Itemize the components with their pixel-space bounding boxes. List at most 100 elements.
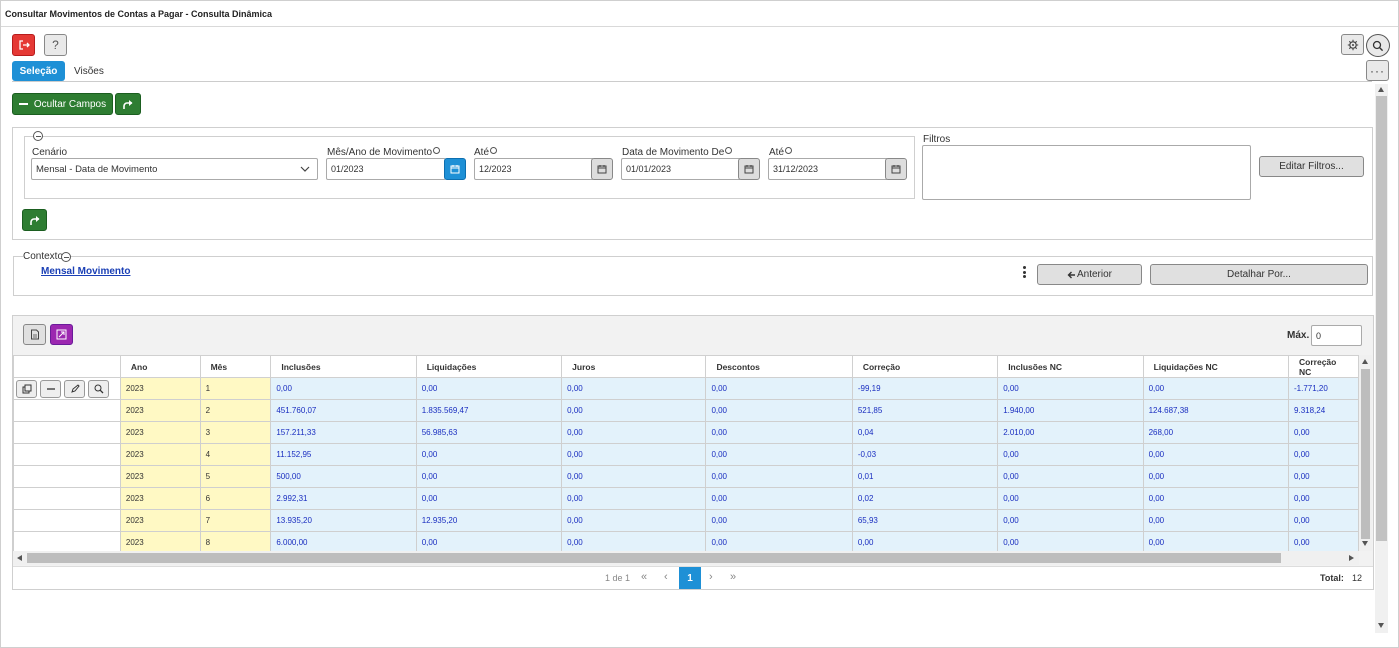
table-cell[interactable]: 0,00 [1142,443,1290,466]
table-cell[interactable]: 157.211,33 [270,421,417,444]
calendar-button-mes-ate[interactable] [591,158,613,180]
table-cell[interactable]: 0,00 [705,509,853,532]
grid-vertical-scrollbar[interactable] [1359,355,1372,551]
more-options-button[interactable]: ··· [1366,60,1389,81]
table-cell[interactable]: 13.935,20 [270,509,417,532]
calendar-button-data-de[interactable] [738,158,760,180]
column-header[interactable]: Inclusões NC [997,355,1144,378]
execute-button[interactable] [115,93,141,115]
column-header[interactable]: Inclusões [270,355,417,378]
table-cell[interactable]: 0,00 [415,465,563,488]
table-cell[interactable]: 500,00 [270,465,417,488]
table-cell[interactable]: 0,00 [705,531,853,551]
detail-by-button[interactable]: Detalhar Por... [1150,264,1368,285]
table-cell[interactable]: 0,00 [705,487,853,510]
table-cell[interactable]: 0,00 [270,377,417,400]
first-page-button[interactable]: « [641,571,647,583]
table-cell[interactable]: 0,00 [1142,465,1290,488]
table-cell[interactable]: 124.687,38 [1142,399,1290,422]
filtros-box[interactable] [922,145,1251,200]
table-row[interactable]: 2023 1 0,00 0,00 0,00 0,00 -99,19 0,00 0,00 -1.77… [13,377,1359,400]
page-vertical-scrollbar[interactable] [1375,84,1388,633]
table-cell[interactable]: 0,00 [1288,509,1359,532]
table-cell[interactable]: 0,00 [1288,465,1359,488]
hide-fields-button[interactable]: Ocultar Campos [12,93,113,115]
current-page-button[interactable]: 1 [679,567,701,589]
table-cell[interactable]: 65,93 [851,509,999,532]
table-cell[interactable]: 2023 [119,443,201,466]
settings-button[interactable] [1341,34,1364,55]
grid-horizontal-thumb[interactable] [27,553,1281,563]
column-header[interactable]: Correção [851,355,999,378]
column-header[interactable]: Ano [119,355,201,378]
table-cell[interactable]: 2.010,00 [997,421,1144,444]
table-row[interactable]: 2023 5 500,00 0,00 0,00 0,00 0,01 0,00 0,00 0,00 [13,465,1359,488]
column-header[interactable]: Descontos [705,355,853,378]
table-cell[interactable]: 12.935,20 [415,509,563,532]
export-button[interactable] [23,324,46,345]
context-link[interactable]: Mensal Movimento [41,266,130,277]
table-cell[interactable]: 6 [199,487,272,510]
table-cell[interactable]: 9.318,24 [1288,399,1359,422]
mes-ano-de-field[interactable]: 01/2023 [326,158,446,180]
table-cell[interactable]: 0,00 [561,509,707,532]
column-header[interactable]: Juros [561,355,707,378]
table-cell[interactable]: 8 [199,531,272,551]
table-cell[interactable]: 0,00 [705,399,853,422]
grid-vertical-thumb[interactable] [1361,369,1370,539]
remove-button[interactable] [40,379,61,398]
table-cell[interactable]: 0,00 [705,465,853,488]
table-cell[interactable]: 0,01 [851,465,999,488]
table-cell[interactable]: -1.771,20 [1288,377,1359,400]
calendar-button-data-ate[interactable] [885,158,907,180]
table-cell[interactable]: 7 [199,509,272,532]
copy-button[interactable] [16,379,37,398]
table-cell[interactable]: 2023 [119,421,201,444]
table-cell[interactable]: 0,02 [851,487,999,510]
table-cell[interactable]: 0,00 [705,443,853,466]
table-cell[interactable]: 2023 [119,487,201,510]
table-row[interactable]: 2023 6 2.992,31 0,00 0,00 0,00 0,02 0,00 0,00 0,0… [13,487,1359,510]
mes-ano-ate-field[interactable]: 12/2023 [474,158,594,180]
table-cell[interactable]: 6.000,00 [270,531,417,551]
help-button[interactable]: ? [44,34,67,56]
table-row[interactable]: 2023 4 11.152,95 0,00 0,00 0,00 -0,03 0,00 0,00 0… [13,443,1359,466]
table-cell[interactable]: 4 [199,443,272,466]
table-cell[interactable]: 0,00 [997,377,1144,400]
table-cell[interactable]: 0,00 [851,531,999,551]
calendar-button-mes-de[interactable] [444,158,466,180]
table-cell[interactable]: 1 [199,377,272,400]
table-cell[interactable]: 1.940,00 [997,399,1144,422]
table-cell[interactable]: 1.835.569,47 [415,399,563,422]
table-cell[interactable]: 0,00 [561,421,707,444]
table-cell[interactable]: 5 [199,465,272,488]
table-cell[interactable]: 0,00 [705,377,853,400]
max-input[interactable]: 0 [1311,325,1362,346]
apply-button[interactable] [22,209,47,231]
column-header[interactable]: Liquidações NC [1142,355,1290,378]
grid-horizontal-scrollbar[interactable] [13,551,1359,565]
table-cell[interactable]: 0,00 [1288,443,1359,466]
table-cell[interactable]: 0,00 [561,377,707,400]
edit-button[interactable] [64,379,85,398]
table-cell[interactable]: 2023 [119,399,201,422]
next-page-button[interactable]: › [709,571,713,583]
view-button[interactable] [88,379,109,398]
cenario-select[interactable]: Mensal - Data de Movimento [31,158,318,180]
table-cell[interactable]: 0,00 [561,531,707,551]
table-cell[interactable]: 2023 [119,465,201,488]
table-cell[interactable]: -99,19 [851,377,999,400]
column-header[interactable]: Correção NC [1288,355,1359,378]
table-cell[interactable]: 2023 [119,509,201,532]
table-cell[interactable]: 3 [199,421,272,444]
table-cell[interactable]: 2.992,31 [270,487,417,510]
table-cell[interactable]: 0,00 [1288,421,1359,444]
search-button[interactable] [1366,34,1390,57]
table-row[interactable]: 2023 8 6.000,00 0,00 0,00 0,00 0,00 0,00 0,00 0,0… [13,531,1359,551]
table-cell[interactable]: 2023 [119,377,201,400]
table-cell[interactable]: -0,03 [851,443,999,466]
kebab-menu-icon[interactable] [1022,266,1026,278]
column-header[interactable]: Liquidações [415,355,563,378]
table-cell[interactable]: 0,00 [561,465,707,488]
table-cell[interactable]: 0,00 [1288,487,1359,510]
